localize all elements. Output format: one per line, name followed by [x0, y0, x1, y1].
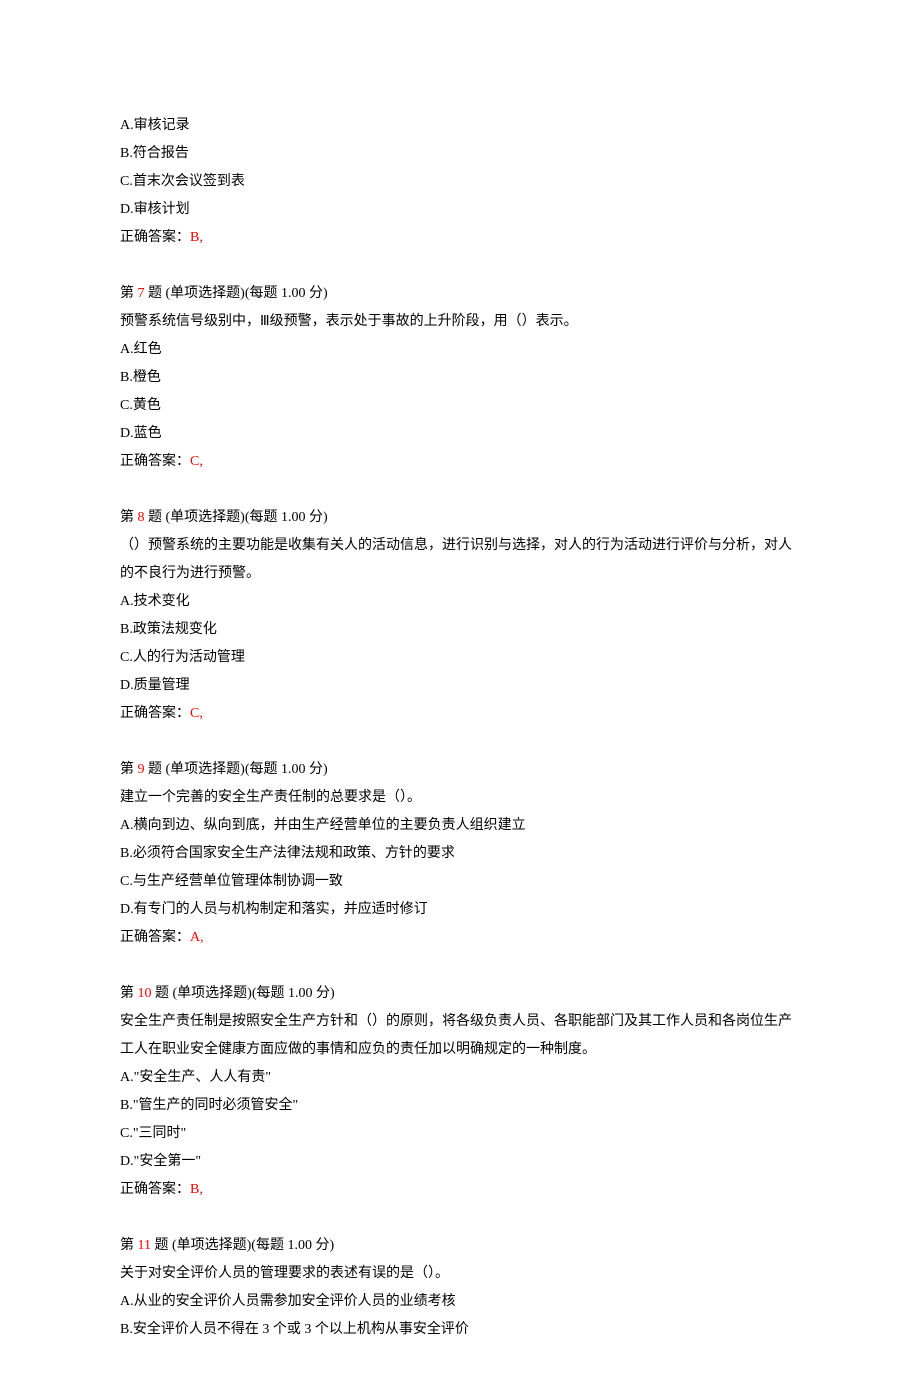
option-a: A.从业的安全评价人员需参加安全评价人员的业绩考核 [120, 1288, 800, 1316]
answer-line: 正确答案：B, [120, 1176, 800, 1204]
answer-label: 正确答案： [120, 930, 190, 945]
option-d: D.审核计划 [120, 196, 800, 224]
option-b: B.必须符合国家安全生产法律法规和政策、方针的要求 [120, 840, 800, 868]
header-post: 题 (单项选择题)(每题 1.00 分) [151, 1238, 334, 1253]
answer-value: A, [190, 930, 204, 945]
option-a: A.审核记录 [120, 112, 800, 140]
option-b: B.符合报告 [120, 140, 800, 168]
question-header: 第 10 题 (单项选择题)(每题 1.00 分) [120, 980, 800, 1008]
question-number: 10 [138, 986, 152, 1001]
option-d: D.蓝色 [120, 420, 800, 448]
answer-value: B, [190, 230, 203, 245]
question-number: 9 [138, 762, 145, 777]
answer-line: 正确答案：C, [120, 700, 800, 728]
question-stem: 预警系统信号级别中，Ⅲ级预警，表示处于事故的上升阶段，用（）表示。 [120, 308, 800, 336]
spacer [120, 252, 800, 280]
header-post: 题 (单项选择题)(每题 1.00 分) [145, 762, 328, 777]
question-stem: 关于对安全评价人员的管理要求的表述有误的是（）。 [120, 1260, 800, 1288]
answer-label: 正确答案： [120, 706, 190, 721]
option-c: C.与生产经营单位管理体制协调一致 [120, 868, 800, 896]
document-page: A.审核记录 B.符合报告 C.首末次会议签到表 D.审核计划 正确答案：B, … [0, 0, 920, 1384]
option-b: B.橙色 [120, 364, 800, 392]
spacer [120, 1204, 800, 1232]
header-pre: 第 [120, 762, 138, 777]
answer-label: 正确答案： [120, 454, 190, 469]
question-stem: 安全生产责任制是按照安全生产方针和（）的原则，将各级负责人员、各职能部门及其工作… [120, 1008, 800, 1064]
header-post: 题 (单项选择题)(每题 1.00 分) [145, 510, 328, 525]
option-c: C.首末次会议签到表 [120, 168, 800, 196]
header-pre: 第 [120, 986, 138, 1001]
header-pre: 第 [120, 510, 138, 525]
spacer [120, 728, 800, 756]
spacer [120, 952, 800, 980]
answer-label: 正确答案： [120, 1182, 190, 1197]
answer-value: C, [190, 454, 203, 469]
option-a: A."安全生产、人人有责" [120, 1064, 800, 1092]
option-d: D."安全第一" [120, 1148, 800, 1176]
question-number: 7 [138, 286, 145, 301]
option-c: C.人的行为活动管理 [120, 644, 800, 672]
question-stem: 建立一个完善的安全生产责任制的总要求是（）。 [120, 784, 800, 812]
option-d: D.质量管理 [120, 672, 800, 700]
option-a: A.技术变化 [120, 588, 800, 616]
spacer [120, 476, 800, 504]
answer-label: 正确答案： [120, 230, 190, 245]
option-a: A.横向到边、纵向到底，并由生产经营单位的主要负责人组织建立 [120, 812, 800, 840]
header-pre: 第 [120, 1238, 138, 1253]
answer-line: 正确答案：A, [120, 924, 800, 952]
option-d: D.有专门的人员与机构制定和落实，并应适时修订 [120, 896, 800, 924]
header-post: 题 (单项选择题)(每题 1.00 分) [145, 286, 328, 301]
header-post: 题 (单项选择题)(每题 1.00 分) [152, 986, 335, 1001]
option-b: B.安全评价人员不得在 3 个或 3 个以上机构从事安全评价 [120, 1316, 800, 1344]
answer-line: 正确答案：C, [120, 448, 800, 476]
question-header: 第 8 题 (单项选择题)(每题 1.00 分) [120, 504, 800, 532]
question-header: 第 11 题 (单项选择题)(每题 1.00 分) [120, 1232, 800, 1260]
question-header: 第 9 题 (单项选择题)(每题 1.00 分) [120, 756, 800, 784]
answer-line: 正确答案：B, [120, 224, 800, 252]
answer-value: B, [190, 1182, 203, 1197]
question-header: 第 7 题 (单项选择题)(每题 1.00 分) [120, 280, 800, 308]
option-c: C.黄色 [120, 392, 800, 420]
question-number: 8 [138, 510, 145, 525]
option-b: B.政策法规变化 [120, 616, 800, 644]
question-stem: （）预警系统的主要功能是收集有关人的活动信息，进行识别与选择，对人的行为活动进行… [120, 532, 800, 588]
header-pre: 第 [120, 286, 138, 301]
option-c: C."三同时" [120, 1120, 800, 1148]
question-number: 11 [138, 1238, 151, 1253]
option-a: A.红色 [120, 336, 800, 364]
option-b: B."管生产的同时必须管安全" [120, 1092, 800, 1120]
answer-value: C, [190, 706, 203, 721]
